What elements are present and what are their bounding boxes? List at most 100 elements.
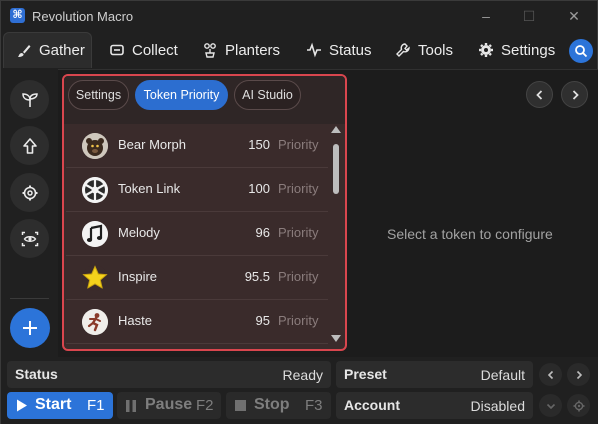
stop-button[interactable]: Stop F3 (226, 392, 331, 419)
stop-label: Stop (254, 396, 290, 413)
pause-icon (126, 400, 136, 412)
preset-selector[interactable]: Preset Default (336, 361, 533, 388)
token-name: Inspire (118, 269, 158, 284)
token-name: Bear Morph (118, 137, 186, 152)
token-name: Melody (118, 225, 160, 240)
preset-label: Preset (344, 366, 387, 382)
scroll-thumb[interactable] (333, 144, 339, 194)
token-priority-unit: Priority (278, 137, 319, 152)
token-name: Token Link (118, 181, 181, 196)
token-panel: Settings Token Priority AI Studio Bear M… (62, 74, 347, 351)
account-settings-button[interactable] (567, 394, 590, 417)
token-list: Bear Morph 150 Priority Token Link 100 P… (66, 124, 328, 348)
add-button[interactable] (10, 308, 50, 348)
chevron-down-icon (546, 401, 556, 411)
account-value: Disabled (470, 398, 525, 414)
chevron-left-icon (534, 89, 546, 101)
bear-morph-icon (82, 133, 108, 159)
token-row-token-link[interactable]: Token Link 100 Priority (66, 168, 328, 212)
status-label: Status (15, 366, 58, 382)
token-row-haste[interactable]: Haste 95 Priority (66, 300, 328, 344)
chevron-right-icon (574, 370, 584, 380)
tab-planters[interactable]: Planters (202, 32, 280, 68)
gear-icon (478, 42, 494, 58)
arrow-up-icon (21, 137, 39, 155)
tab-status[interactable]: Status (306, 32, 372, 68)
settings-side-button[interactable] (10, 173, 49, 212)
account-selector[interactable]: Account Disabled (336, 392, 533, 419)
plus-icon (21, 319, 39, 337)
maximize-button[interactable]: ☐ (518, 5, 540, 27)
subtab-settings[interactable]: Settings (68, 80, 129, 110)
play-icon (16, 399, 28, 412)
brush-icon (16, 43, 32, 59)
status-field: Status Ready (7, 361, 331, 388)
token-row-melody[interactable]: Melody 96 Priority (66, 212, 328, 256)
pulse-icon (306, 42, 322, 58)
token-priority-unit: Priority (278, 225, 319, 240)
upload-button[interactable] (10, 126, 49, 165)
bottom-bar: Status Ready Preset Default Start F1 Pau… (1, 357, 598, 424)
start-hotkey: F1 (87, 397, 105, 414)
app-title: Revolution Macro (32, 9, 134, 24)
app-window: ⌘ Revolution Macro – ☐ ✕ Gather Collect … (0, 0, 598, 424)
minimize-button[interactable]: – (475, 5, 497, 27)
scroll-down-arrow-icon[interactable] (331, 335, 341, 342)
tab-collect-label: Collect (132, 41, 178, 59)
gear-icon (573, 400, 585, 412)
tab-settings[interactable]: Settings (478, 32, 555, 68)
account-label: Account (344, 397, 400, 413)
tab-tools[interactable]: Tools (395, 32, 453, 68)
token-row-inspire[interactable]: Inspire 95.5 Priority (66, 256, 328, 300)
sprout-button[interactable] (10, 80, 49, 119)
subtab-token-priority[interactable]: Token Priority (135, 80, 228, 110)
star-icon (82, 265, 108, 291)
subtab-ai-studio[interactable]: AI Studio (234, 80, 301, 110)
search-icon (574, 44, 588, 58)
title-bar: ⌘ Revolution Macro – ☐ ✕ (1, 1, 598, 31)
token-list-scrollbar[interactable] (330, 126, 342, 348)
token-priority-value: 100 (248, 181, 270, 196)
tab-status-label: Status (329, 41, 372, 59)
token-priority-value: 95 (255, 313, 270, 328)
tab-planters-label: Planters (225, 41, 281, 59)
sidebar (1, 69, 58, 357)
search-button[interactable] (569, 39, 593, 63)
token-priority-unit: Priority (278, 313, 319, 328)
pause-button[interactable]: Pause F2 (117, 392, 221, 419)
start-button[interactable]: Start F1 (7, 392, 113, 419)
token-row-bear-morph[interactable]: Bear Morph 150 Priority (66, 124, 328, 168)
preset-prev-button[interactable] (539, 363, 562, 386)
wrench-icon (395, 42, 411, 58)
pause-hotkey: F2 (196, 397, 214, 414)
planter-icon (202, 42, 218, 58)
empty-state-text: Select a token to configure (387, 226, 553, 242)
pause-label: Pause (145, 396, 193, 413)
token-priority-unit: Priority (278, 269, 319, 284)
melody-icon (82, 221, 108, 247)
token-link-icon (82, 177, 108, 203)
tab-collect[interactable]: Collect (109, 32, 178, 68)
token-name: Haste (118, 313, 152, 328)
next-button[interactable] (561, 81, 588, 108)
status-value: Ready (282, 367, 323, 383)
prev-button[interactable] (526, 81, 553, 108)
scroll-up-arrow-icon[interactable] (331, 126, 341, 133)
vision-button[interactable] (10, 219, 49, 258)
app-logo-icon: ⌘ (10, 8, 25, 23)
preset-value: Default (480, 367, 525, 383)
stop-icon (235, 400, 246, 411)
token-priority-value: 150 (248, 137, 270, 152)
tab-gather[interactable]: Gather (3, 32, 92, 68)
account-dropdown-button[interactable] (539, 394, 562, 417)
close-button[interactable]: ✕ (563, 5, 585, 27)
chevron-right-icon (569, 89, 581, 101)
sprout-icon (21, 91, 39, 109)
haste-runner-icon (82, 309, 108, 335)
token-priority-unit: Priority (278, 181, 319, 196)
tab-gather-label: Gather (39, 42, 85, 59)
main-content: Settings Token Priority AI Studio Bear M… (58, 69, 598, 357)
tab-tools-label: Tools (418, 41, 454, 59)
preset-next-button[interactable] (567, 363, 590, 386)
tab-settings-label: Settings (501, 41, 556, 59)
